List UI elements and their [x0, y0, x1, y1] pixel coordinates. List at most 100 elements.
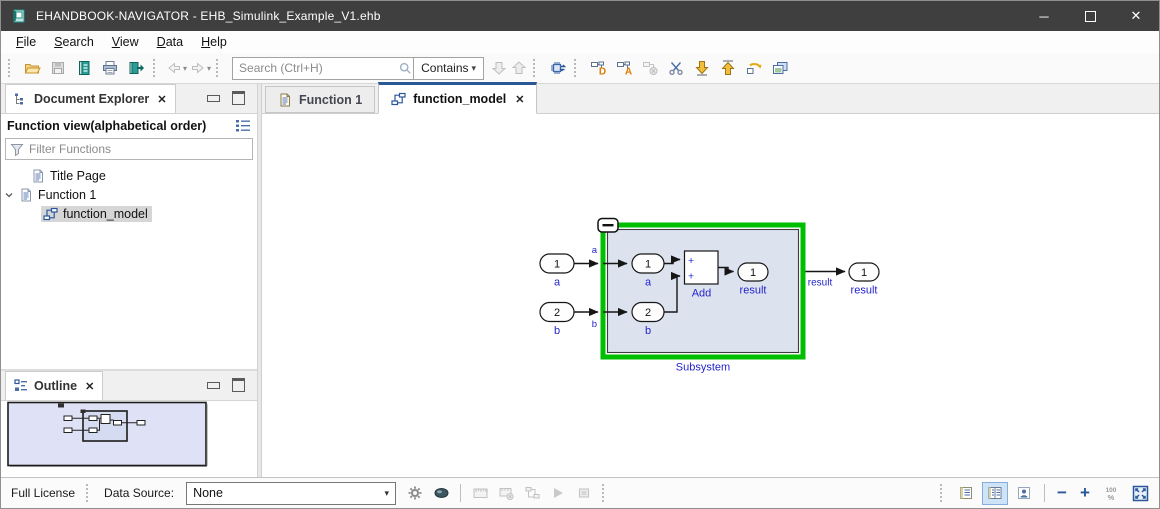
open-document-button[interactable]: [20, 56, 44, 80]
maximize-panel-button[interactable]: [232, 378, 245, 392]
zoom-out-button[interactable]: −: [1052, 483, 1072, 503]
single-page-view-button[interactable]: [953, 482, 979, 505]
maximize-panel-button[interactable]: [232, 91, 245, 105]
export-book-icon: [128, 60, 145, 76]
close-icon[interactable]: ✕: [85, 380, 94, 393]
inner-outport-number: 1: [750, 267, 756, 279]
tab-function-model[interactable]: function_model ✕: [378, 82, 537, 114]
menu-data[interactable]: Data: [148, 33, 192, 51]
filter-functions-box: [5, 138, 253, 160]
data-source-label: Data Source:: [100, 486, 178, 500]
model-structure-button[interactable]: [521, 482, 543, 504]
function-view-header: Function view(alphabetical order): [1, 114, 257, 136]
block-d-icon: D: [590, 60, 607, 76]
inner-inport-a-number: 1: [645, 259, 651, 271]
data-source-settings-button[interactable]: [404, 482, 426, 504]
view-menu-icon[interactable]: [235, 119, 251, 133]
open-folder-icon: [24, 60, 41, 76]
previous-result-button[interactable]: [510, 56, 528, 80]
inner-inport-b-number: 2: [645, 307, 651, 319]
minimize-panel-button[interactable]: [207, 95, 220, 102]
block-a-icon: A: [616, 60, 633, 76]
open-views-button[interactable]: [768, 56, 792, 80]
stop-button[interactable]: [573, 482, 595, 504]
maximize-icon: [1085, 11, 1096, 22]
search-input[interactable]: [233, 61, 398, 75]
editor-tab-label: function_model: [413, 92, 506, 106]
filter-functions-input[interactable]: [25, 142, 252, 156]
zoom-100-button[interactable]: 100 %: [1098, 482, 1124, 505]
hide-elements-button[interactable]: [638, 56, 662, 80]
search-mode-dropdown[interactable]: Contains ▾: [414, 61, 483, 75]
chevron-down-icon: ▾: [385, 488, 390, 499]
reader-view-button[interactable]: [1011, 482, 1037, 505]
close-button[interactable]: ✕: [1113, 1, 1159, 31]
filter-funnel-icon: [9, 142, 25, 157]
reload-model-button[interactable]: [742, 56, 766, 80]
down-arrow-icon: [491, 60, 507, 76]
toolbar-separator: [533, 59, 540, 77]
split-view-button[interactable]: [982, 482, 1008, 505]
svg-text:A: A: [624, 67, 631, 77]
editor-tab-label: Function 1: [299, 93, 362, 107]
simulink-diagram: 1 a 2 b a b 1 a 2 b: [262, 114, 1159, 477]
step-into-button[interactable]: [690, 56, 714, 80]
print-button[interactable]: [98, 56, 122, 80]
outline-tab-strip: Outline ✕: [1, 371, 257, 401]
add-plus2: +: [688, 271, 694, 283]
menu-file[interactable]: File: [7, 33, 45, 51]
data-lens-button[interactable]: [430, 482, 452, 504]
forward-button[interactable]: [189, 56, 207, 80]
tab-function-1[interactable]: Function 1: [265, 86, 375, 113]
minimize-panel-button[interactable]: [207, 382, 220, 389]
export-handbook-button[interactable]: [124, 56, 148, 80]
next-result-button[interactable]: [490, 56, 508, 80]
model-canvas[interactable]: 1 a 2 b a b 1 a 2 b: [262, 114, 1159, 477]
subsystem-port-b-label: b: [592, 319, 597, 330]
menu-help[interactable]: Help: [192, 33, 236, 51]
tree-item-function-1[interactable]: Function 1: [1, 185, 257, 204]
open-handbook-button[interactable]: [72, 56, 96, 80]
data-source-select[interactable]: None ▾: [186, 482, 396, 505]
block-refresh-icon: [746, 60, 763, 76]
save-button[interactable]: [46, 56, 70, 80]
inport-a-label: a: [554, 277, 561, 289]
show-annotations-button[interactable]: A: [612, 56, 636, 80]
app-icon: [11, 8, 27, 24]
svg-text:%: %: [1108, 493, 1115, 502]
window-title: EHANDBOOK-NAVIGATOR - EHB_Simulink_Examp…: [36, 9, 381, 23]
fit-to-view-button[interactable]: [1127, 482, 1153, 505]
yellow-down-arrow-icon: [694, 60, 710, 76]
zoom-in-button[interactable]: +: [1075, 483, 1095, 503]
show-data-button[interactable]: D: [586, 56, 610, 80]
play-button[interactable]: [547, 482, 569, 504]
tab-outline[interactable]: Outline ✕: [5, 371, 103, 400]
minimize-button[interactable]: ─: [1021, 1, 1067, 31]
menu-search[interactable]: Search: [45, 33, 103, 51]
back-history-dropdown[interactable]: ▾: [183, 64, 187, 73]
menu-view[interactable]: View: [103, 33, 148, 51]
tree-item-title-page[interactable]: Title Page: [1, 166, 257, 185]
measure-remove-button[interactable]: [495, 482, 517, 504]
step-out-button[interactable]: [716, 56, 740, 80]
tab-document-explorer[interactable]: Document Explorer ✕: [5, 84, 176, 113]
forward-history-dropdown[interactable]: ▾: [207, 64, 211, 73]
model-browser-button[interactable]: [545, 56, 569, 80]
toolbar-separator: [574, 59, 581, 77]
back-button[interactable]: [165, 56, 183, 80]
statusbar-separator: [602, 484, 609, 502]
tree-item-function-model[interactable]: function_model: [1, 204, 257, 223]
outline-thumbnail-area[interactable]: [1, 401, 257, 477]
subsystem-label: Subsystem: [676, 362, 730, 374]
close-icon[interactable]: ✕: [157, 93, 166, 106]
stop-icon: [576, 485, 592, 501]
chevron-expanded-icon[interactable]: [1, 190, 17, 200]
statusbar-separator: [460, 484, 461, 502]
model-icon: [43, 207, 58, 221]
menu-bar: File Search View Data Help: [1, 31, 1159, 53]
measure-button[interactable]: [469, 482, 491, 504]
cut-model-button[interactable]: [664, 56, 688, 80]
maximize-button[interactable]: [1067, 1, 1113, 31]
close-icon[interactable]: ✕: [515, 93, 524, 106]
toolbar-handle: [8, 59, 15, 77]
